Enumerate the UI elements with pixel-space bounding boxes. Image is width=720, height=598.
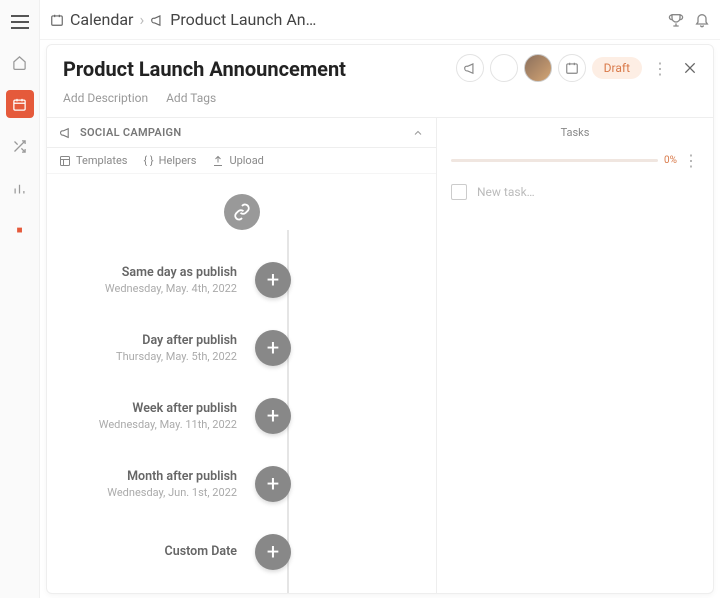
sidebar: ■ — [0, 0, 40, 598]
trophy-icon[interactable] — [668, 12, 684, 28]
chevron-up-icon — [412, 127, 424, 139]
megaphone-small-icon — [150, 13, 164, 27]
add-slot-button[interactable]: + — [255, 534, 291, 570]
add-slot-button[interactable]: + — [255, 262, 291, 298]
timeline-slot: Same day as publish Wednesday, May. 4th,… — [47, 262, 436, 298]
braces-icon: { } — [143, 154, 153, 167]
progress-percent: 0% — [664, 155, 677, 166]
calendar-small-icon — [50, 13, 64, 27]
topbar: Calendar › Product Launch An… — [40, 0, 720, 40]
megaphone-pill-icon[interactable] — [456, 54, 484, 82]
upload-icon — [212, 155, 224, 167]
shuffle-icon[interactable] — [6, 132, 34, 160]
empty-pill-icon[interactable] — [490, 54, 518, 82]
timeline-slot: Week after publish Wednesday, May. 11th,… — [47, 398, 436, 434]
templates-icon — [59, 155, 71, 167]
bell-icon[interactable] — [694, 12, 710, 28]
breadcrumb-calendar[interactable]: Calendar — [70, 10, 133, 29]
home-icon[interactable] — [6, 48, 34, 76]
avatar[interactable] — [524, 54, 552, 82]
task-checkbox[interactable] — [451, 184, 467, 200]
analytics-icon[interactable] — [6, 174, 34, 202]
new-task-placeholder: New task… — [477, 185, 535, 199]
tasks-more-icon[interactable]: ⋮ — [683, 151, 699, 170]
social-campaign-header[interactable]: SOCIAL CAMPAIGN — [47, 118, 436, 148]
breadcrumb-current: Product Launch An… — [170, 10, 316, 29]
add-slot-button[interactable]: + — [255, 330, 291, 366]
more-icon[interactable]: ⋮ — [648, 56, 672, 80]
social-toolbar: Templates { }Helpers Upload — [47, 148, 436, 174]
calendar-icon[interactable] — [6, 90, 34, 118]
slot-date: Wednesday, May. 4th, 2022 — [47, 282, 237, 295]
breadcrumb: Calendar › Product Launch An… — [50, 10, 316, 29]
slot-title: Same day as publish — [47, 265, 237, 280]
upload-button[interactable]: Upload — [212, 154, 263, 167]
social-campaign-pane: SOCIAL CAMPAIGN Templates { }Helpers Upl… — [47, 118, 437, 593]
card-actions: Draft ⋮ — [456, 54, 702, 82]
hamburger-menu[interactable] — [8, 10, 32, 34]
status-badge[interactable]: Draft — [592, 57, 642, 79]
social-campaign-label: SOCIAL CAMPAIGN — [80, 126, 181, 139]
megaphone-icon — [59, 126, 72, 139]
timeline: Same day as publish Wednesday, May. 4th,… — [47, 174, 436, 593]
timeline-slot: Custom Date + — [47, 534, 436, 570]
timeline-slot: Day after publish Thursday, May. 5th, 20… — [47, 330, 436, 366]
content-card: Draft ⋮ Product Launch Announcement Add … — [46, 44, 714, 594]
tasks-progress: 0% ⋮ — [437, 147, 713, 174]
close-icon[interactable] — [678, 56, 702, 80]
add-slot-button[interactable]: + — [255, 398, 291, 434]
slot-title: Custom Date — [47, 544, 237, 559]
slot-title: Month after publish — [47, 469, 237, 484]
helpers-button[interactable]: { }Helpers — [143, 154, 196, 167]
notification-dot-icon[interactable]: ■ — [6, 216, 34, 244]
progress-bar — [451, 159, 658, 162]
link-icon[interactable] — [224, 194, 260, 230]
add-description-button[interactable]: Add Description — [63, 91, 148, 105]
slot-title: Week after publish — [47, 401, 237, 416]
slot-date: Thursday, May. 5th, 2022 — [47, 350, 237, 363]
tasks-header: Tasks — [437, 118, 713, 147]
new-task-row[interactable]: New task… — [437, 174, 713, 210]
slot-title: Day after publish — [47, 333, 237, 348]
slot-date: Wednesday, May. 11th, 2022 — [47, 418, 237, 431]
add-tags-button[interactable]: Add Tags — [166, 91, 216, 105]
templates-button[interactable]: Templates — [59, 154, 127, 167]
add-slot-button[interactable]: + — [255, 466, 291, 502]
timeline-slot: Month after publish Wednesday, Jun. 1st,… — [47, 466, 436, 502]
slot-date: Wednesday, Jun. 1st, 2022 — [47, 486, 237, 499]
tasks-pane: Tasks 0% ⋮ New task… — [437, 118, 713, 593]
breadcrumb-separator: › — [139, 10, 144, 29]
calendar-pill-icon[interactable] — [558, 54, 586, 82]
